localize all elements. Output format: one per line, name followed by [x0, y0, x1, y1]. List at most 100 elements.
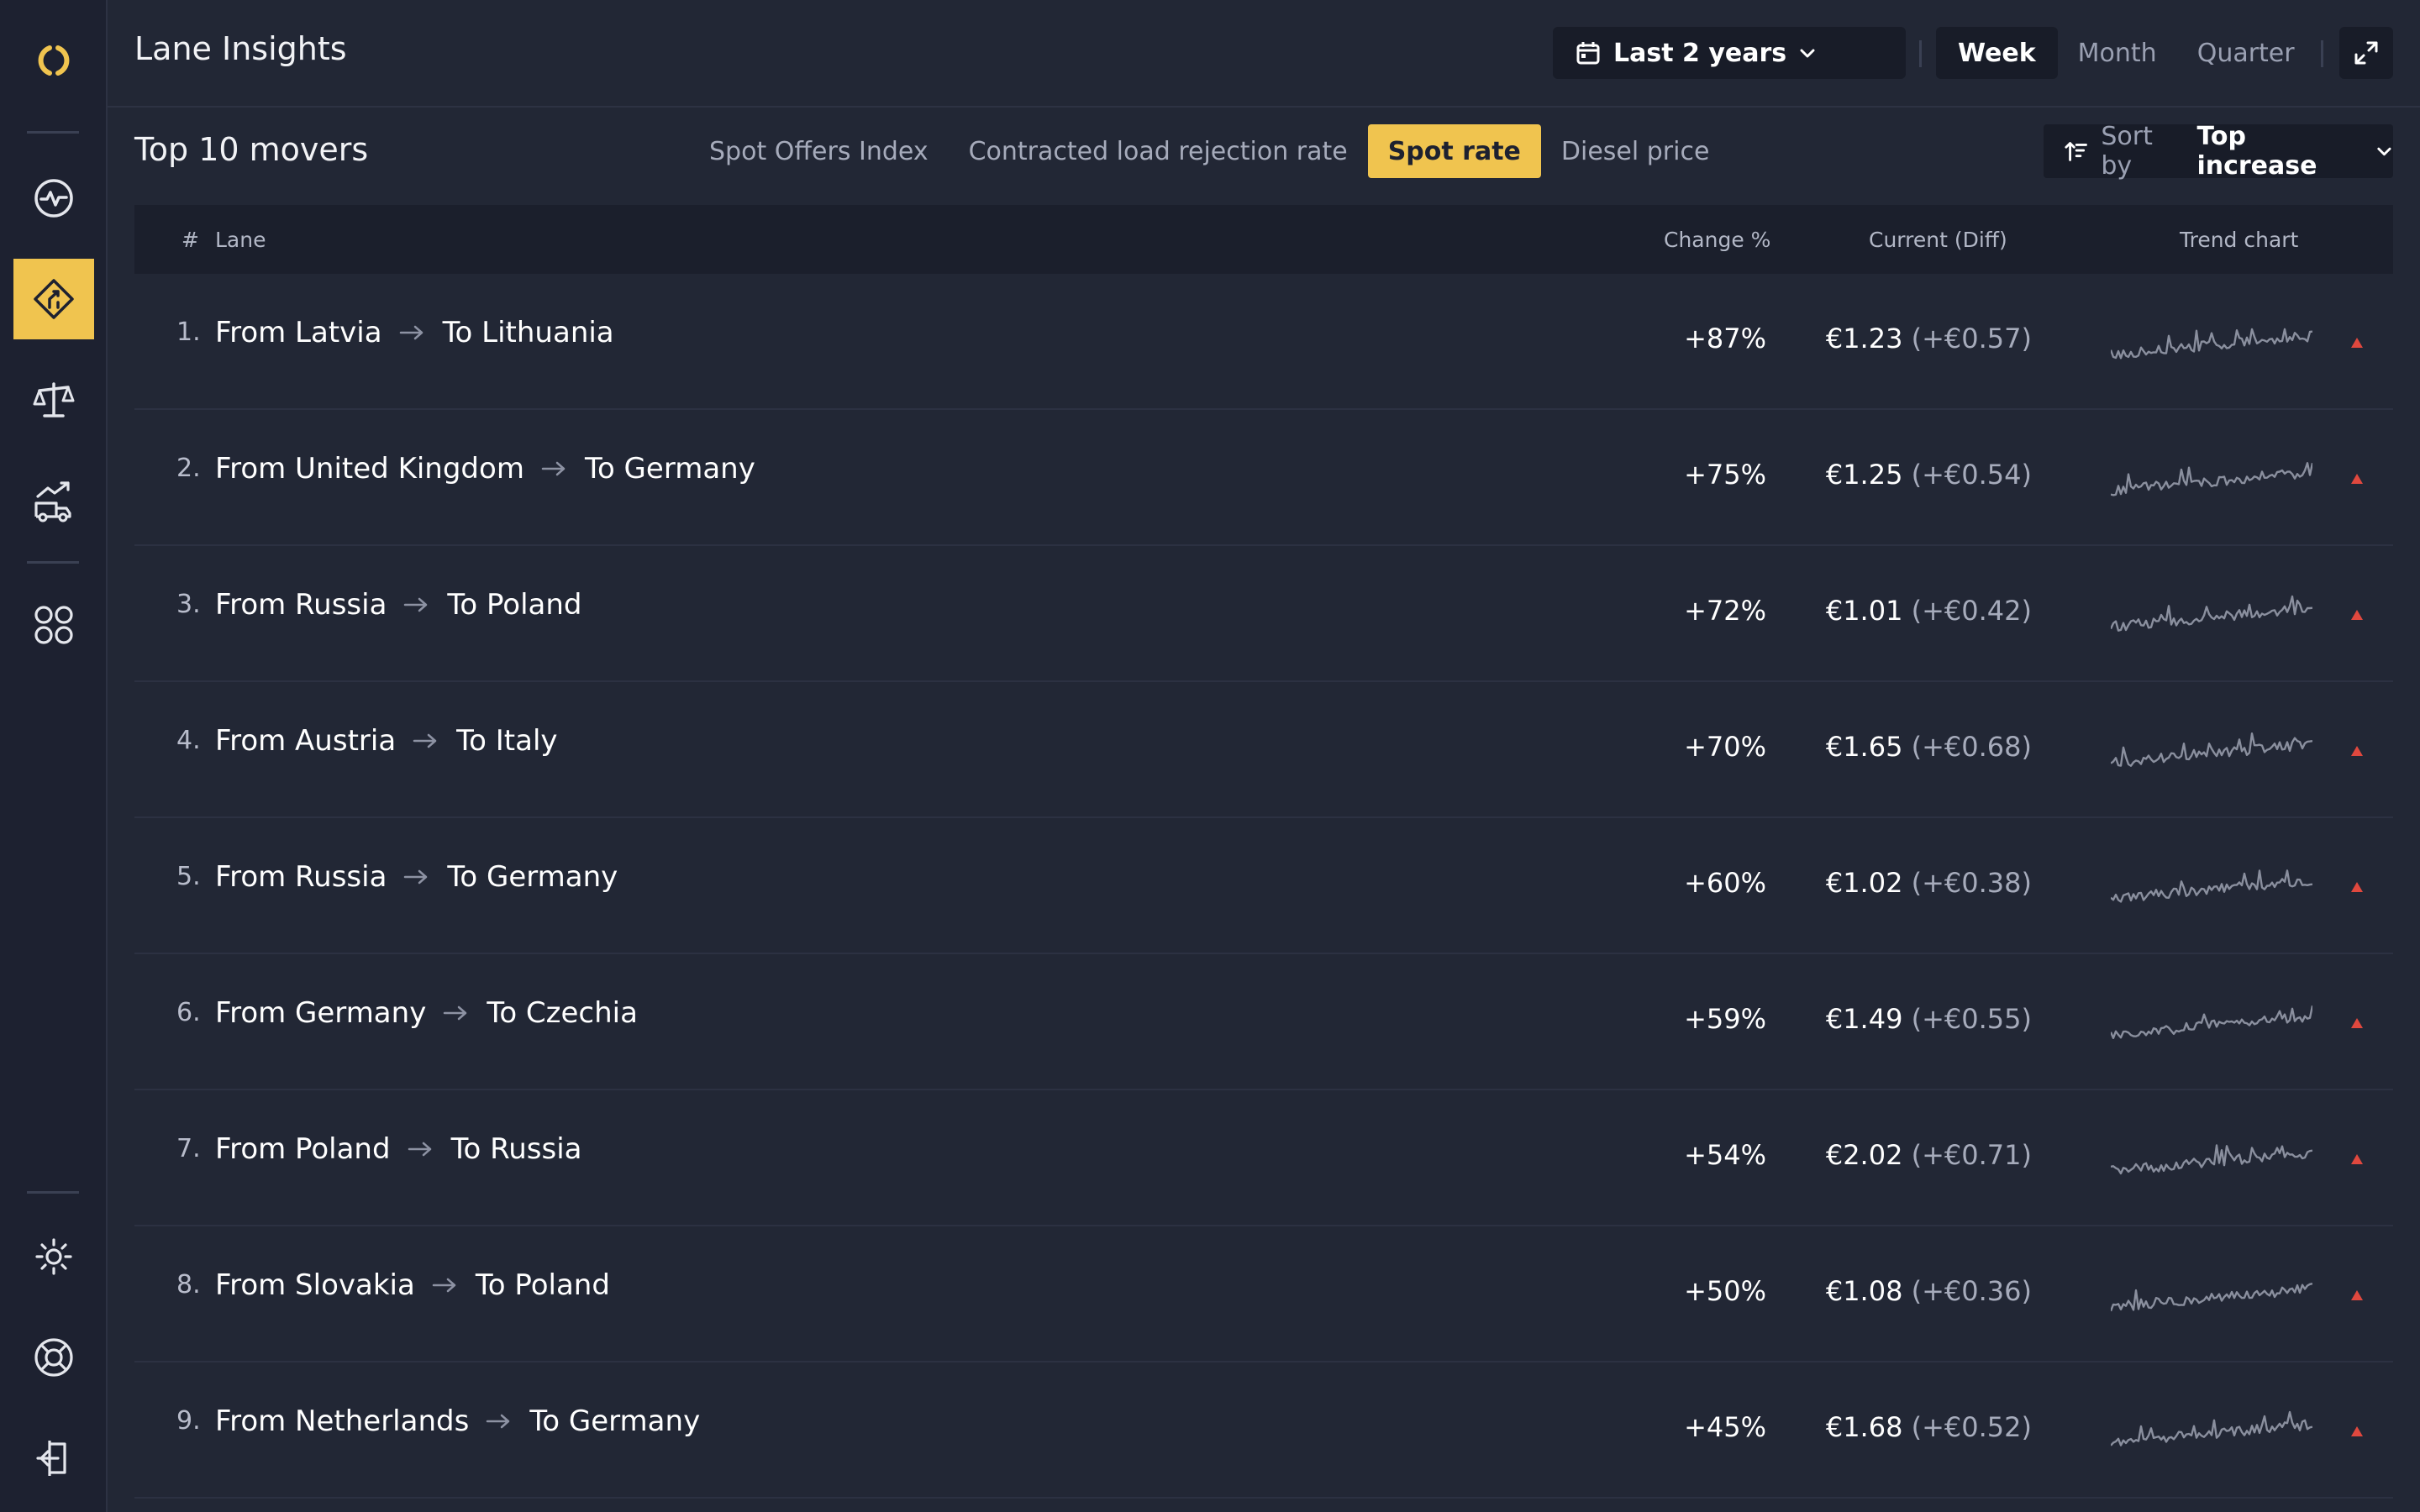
sort-dropdown[interactable]: Sort by Top increase: [2044, 122, 2393, 181]
current-value-cell: €1.25 (+€0.54): [1826, 459, 2032, 491]
trend-sparkline[interactable]: [2111, 1406, 2312, 1453]
sidebar-item-theme[interactable]: [13, 1216, 94, 1297]
trend-sparkline[interactable]: [2111, 1270, 2312, 1317]
arrow-right-icon: [432, 1278, 456, 1293]
lane-destination: To Poland: [475, 1268, 610, 1302]
table-row[interactable]: 3. From Russia To Poland +72% €1.01 (+€0.42): [134, 546, 2393, 682]
sort-icon: [2065, 142, 2087, 161]
logo-icon[interactable]: [13, 20, 94, 101]
sort-prefix: Sort by: [2101, 122, 2153, 181]
sun-icon: [35, 1238, 72, 1275]
lane-origin: From Russia: [215, 588, 387, 622]
diff-value: (+€0.68): [1911, 731, 2032, 763]
current-value: €1.01: [1825, 595, 1903, 627]
diff-value: (+€0.54): [1911, 459, 2032, 491]
arrow-right-icon: [399, 325, 423, 340]
lane-cell[interactable]: From Poland To Russia: [215, 1132, 582, 1166]
change-percent: +60%: [1684, 867, 1766, 899]
lane-cell[interactable]: From Latvia To Lithuania: [215, 316, 614, 349]
table-row[interactable]: 7. From Poland To Russia +54% €2.02 (+€0.71): [134, 1090, 2393, 1226]
lane-destination: To Russia: [450, 1132, 582, 1166]
table-row[interactable]: 8. From Slovakia To Poland +50% €1.08 (+€0.3…: [134, 1226, 2393, 1362]
lane-cell[interactable]: From Russia To Poland: [215, 588, 582, 622]
change-percent: +75%: [1684, 459, 1766, 491]
trend-sparkline[interactable]: [2111, 454, 2312, 501]
arrow-right-icon: [408, 1142, 431, 1157]
current-value-cell: €1.68 (+€0.52): [1826, 1411, 2032, 1443]
calendar-icon: [1576, 42, 1600, 65]
trend-sparkline[interactable]: [2111, 862, 2312, 909]
trend-sparkline[interactable]: [2111, 318, 2312, 365]
metric-tabs: Spot Offers Index Contracted load reject…: [689, 124, 1729, 178]
current-value: €1.23: [1825, 323, 1903, 354]
increase-indicator-icon: [2351, 474, 2363, 484]
tab-contracted-load-rejection-rate[interactable]: Contracted load rejection rate: [949, 124, 1368, 178]
lane-destination: To Lithuania: [442, 316, 614, 349]
current-value: €1.68: [1825, 1411, 1903, 1443]
table-row[interactable]: 1. From Latvia To Lithuania +87% €1.23 (+€0.…: [134, 274, 2393, 410]
sidebar-item-compare[interactable]: [13, 360, 94, 440]
tab-spot-rate[interactable]: Spot rate: [1367, 124, 1541, 178]
lane-cell[interactable]: From United Kingdom To Germany: [215, 452, 755, 486]
lane-cell[interactable]: From Austria To Italy: [215, 724, 558, 758]
lane-origin: From Latvia: [215, 316, 382, 349]
column-header-change[interactable]: Change %: [1664, 228, 1770, 252]
arrow-right-icon: [444, 1005, 467, 1021]
column-header-rank: #: [182, 228, 199, 252]
increase-indicator-icon: [2351, 1154, 2363, 1164]
lane-origin: From Russia: [215, 860, 387, 894]
lane-destination: To Germany: [584, 452, 755, 486]
sidebar-item-activity[interactable]: [13, 158, 94, 239]
row-rank: 1.: [176, 318, 201, 347]
fullscreen-button[interactable]: [2339, 27, 2393, 79]
lane-origin: From United Kingdom: [215, 452, 524, 486]
sidebar-divider: [27, 561, 79, 564]
tab-diesel-price[interactable]: Diesel price: [1541, 124, 1730, 178]
trend-sparkline[interactable]: [2111, 998, 2312, 1045]
trend-sparkline[interactable]: [2111, 1134, 2312, 1181]
truck-trend-icon: [34, 481, 71, 522]
sidebar-item-market-trends[interactable]: [13, 460, 94, 541]
table-row[interactable]: 5. From Russia To Germany +60% €1.02 (+€0.38…: [134, 818, 2393, 954]
sidebar-item-logout[interactable]: [13, 1418, 94, 1499]
current-value: €1.08: [1825, 1275, 1903, 1307]
trend-sparkline[interactable]: [2111, 590, 2312, 637]
period-week-button[interactable]: Week: [1936, 27, 2058, 79]
lane-destination: To Czechia: [487, 996, 638, 1030]
header-divider: [2321, 40, 2323, 67]
period-quarter-button[interactable]: Quarter: [2177, 27, 2315, 79]
column-header-current[interactable]: Current (Diff): [1869, 228, 2007, 252]
lane-origin: From Netherlands: [215, 1404, 470, 1438]
trend-sparkline[interactable]: [2111, 726, 2312, 773]
current-value: €1.49: [1825, 1003, 1903, 1035]
table-row[interactable]: 2. From United Kingdom To Germany +75% €1.25…: [134, 410, 2393, 546]
lane-cell[interactable]: From Netherlands To Germany: [215, 1404, 700, 1438]
current-value: €2.02: [1825, 1139, 1903, 1171]
current-value: €1.02: [1825, 867, 1903, 899]
change-percent: +87%: [1684, 323, 1766, 354]
header-divider: [1919, 40, 1922, 67]
apps-grid-icon: [34, 606, 73, 644]
sidebar-item-lanes[interactable]: [13, 259, 94, 339]
road-sign-icon: [34, 279, 74, 319]
current-value-cell: €1.01 (+€0.42): [1826, 595, 2032, 627]
increase-indicator-icon: [2351, 338, 2363, 348]
column-header-lane[interactable]: Lane: [215, 228, 266, 252]
lane-cell[interactable]: From Germany To Czechia: [215, 996, 638, 1030]
table-row[interactable]: 4. From Austria To Italy +70% €1.65 (+€0.68): [134, 682, 2393, 818]
sidebar-item-help[interactable]: [13, 1317, 94, 1398]
current-value-cell: €1.08 (+€0.36): [1826, 1275, 2032, 1307]
table-row[interactable]: 9. From Netherlands To Germany +45% €1.68 (+…: [134, 1362, 2393, 1499]
table-row[interactable]: 6. From Germany To Czechia +59% €1.49 (+€0.5…: [134, 954, 2393, 1090]
lane-cell[interactable]: From Slovakia To Poland: [215, 1268, 610, 1302]
diff-value: (+€0.52): [1911, 1411, 2032, 1443]
current-value-cell: €1.23 (+€0.57): [1826, 323, 2032, 354]
lane-cell[interactable]: From Russia To Germany: [215, 860, 618, 894]
row-rank: 5.: [176, 862, 201, 891]
period-month-button[interactable]: Month: [2058, 27, 2177, 79]
sidebar-item-apps[interactable]: [13, 585, 94, 665]
tab-spot-offers-index[interactable]: Spot Offers Index: [689, 124, 949, 178]
row-rank: 8.: [176, 1270, 201, 1299]
date-range-dropdown[interactable]: Last 2 years: [1553, 27, 1906, 79]
increase-indicator-icon: [2351, 1426, 2363, 1436]
